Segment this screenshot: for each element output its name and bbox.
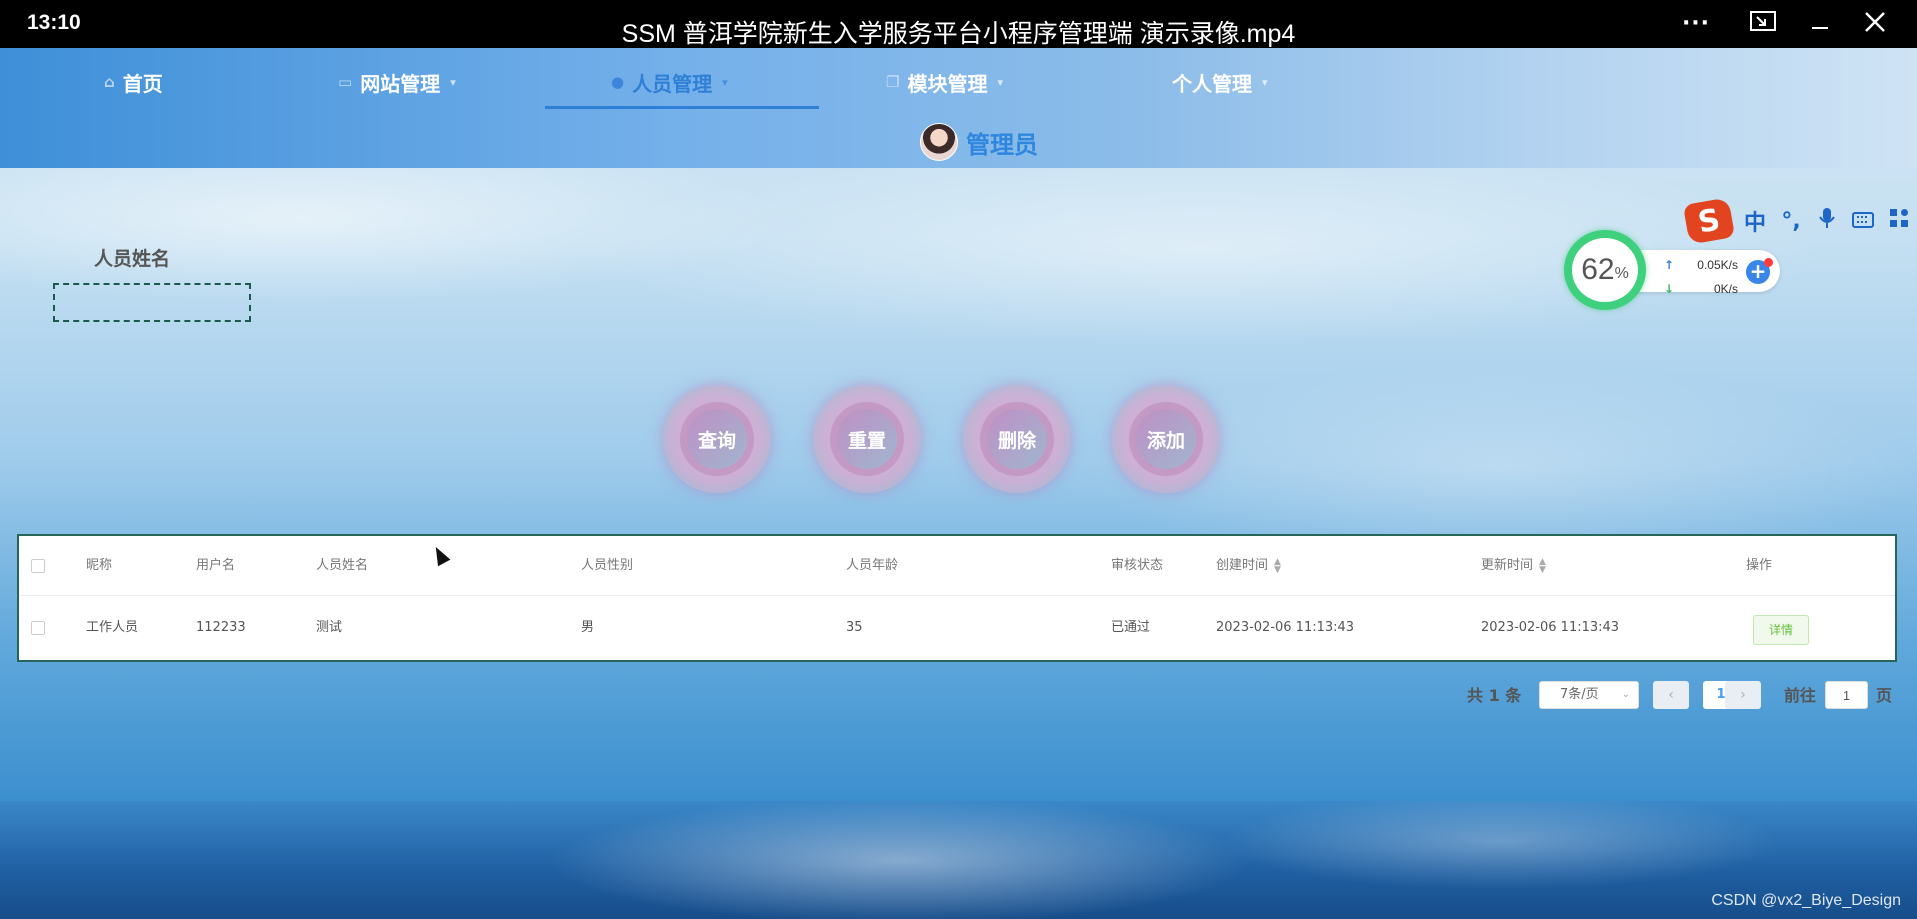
cell-gender: 男 bbox=[581, 620, 595, 635]
goto-suffix: 页 bbox=[1876, 686, 1893, 705]
table-header: 昵称 用户名 人员姓名 人员性别 人员年龄 审核状态 创建时间 ▲ ▼ 更新时间 ▲ ▼… bbox=[19, 536, 1895, 596]
usage-percent-sign: % bbox=[1614, 265, 1629, 282]
nav-item-staff-management[interactable]: ● 人员管理 ▾ bbox=[611, 66, 728, 98]
reset-button[interactable]: 重置 bbox=[813, 385, 921, 493]
download-speed: 0K/s bbox=[1713, 282, 1738, 296]
header-updated-time[interactable]: 更新时间 ▲ ▼ bbox=[1481, 536, 1546, 596]
cell-nickname: 工作人员 bbox=[86, 620, 139, 635]
chevron-down-icon: ▾ bbox=[1262, 75, 1268, 89]
usage-percent: 62 bbox=[1581, 253, 1615, 286]
goto-label: 前往 bbox=[1784, 686, 1817, 705]
cell-username: 112233 bbox=[196, 620, 246, 635]
header-created-label: 创建时间 bbox=[1216, 558, 1269, 573]
row-checkbox[interactable] bbox=[31, 621, 45, 635]
delete-button[interactable]: 删除 bbox=[963, 385, 1071, 493]
detail-button[interactable]: 详情 bbox=[1753, 615, 1809, 645]
memory-usage-circle[interactable]: 62% bbox=[1564, 230, 1646, 310]
more-options-icon[interactable]: ··· bbox=[1676, 8, 1716, 40]
nav-item-label: 网站管理 bbox=[360, 71, 441, 96]
top-navbar: ⌂ 首页 ▭ 网站管理 ▾ ● 人员管理 ▾ ❐ 模块管理 ▾ 个人管理 ▾ 管… bbox=[0, 48, 1917, 168]
keyboard-icon[interactable] bbox=[1850, 209, 1876, 234]
user-name: 管理员 bbox=[966, 130, 1038, 159]
cell-staff-name: 测试 bbox=[316, 620, 343, 635]
sort-icon[interactable]: ▲ ▼ bbox=[1539, 557, 1546, 574]
add-button-label: 添加 bbox=[1136, 409, 1196, 469]
cell-updated-time: 2023-02-06 11:13:43 bbox=[1481, 620, 1620, 635]
header-username: 用户名 bbox=[196, 558, 236, 573]
nav-item-label: 首页 bbox=[122, 71, 163, 96]
query-button-label: 查询 bbox=[687, 409, 747, 469]
current-user[interactable]: 管理员 bbox=[920, 123, 1038, 161]
next-page-button[interactable]: › bbox=[1725, 681, 1761, 709]
cell-created-time: 2023-02-06 11:13:43 bbox=[1216, 620, 1355, 635]
bottom-background: CSDN @vx2_Biye_Design bbox=[0, 801, 1917, 919]
admin-app: ⌂ 首页 ▭ 网站管理 ▾ ● 人员管理 ▾ ❐ 模块管理 ▾ 个人管理 ▾ 管… bbox=[0, 48, 1917, 801]
grid-menu-icon[interactable] bbox=[1886, 208, 1912, 234]
reset-button-label: 重置 bbox=[837, 409, 897, 469]
header-age: 人员年龄 bbox=[846, 558, 899, 573]
header-actions: 操作 bbox=[1746, 558, 1773, 573]
nav-item-site-management[interactable]: ▭ 网站管理 ▾ bbox=[338, 66, 456, 98]
home-icon: ⌂ bbox=[104, 73, 115, 91]
network-speed-widget: 62% ↑ 0.05K/s ↓ 0K/s + bbox=[1564, 230, 1784, 310]
video-title: SSM 普洱学院新生入学服务平台小程序管理端 演示录像.mp4 bbox=[621, 20, 1296, 48]
staff-table: 昵称 用户名 人员姓名 人员性别 人员年龄 审核状态 创建时间 ▲ ▼ 更新时间 ▲ ▼… bbox=[17, 534, 1897, 662]
page-size-select[interactable]: 7条/页 ⌄ bbox=[1539, 681, 1639, 709]
chevron-down-icon: ⌄ bbox=[1621, 689, 1630, 700]
user-icon: ● bbox=[611, 73, 625, 91]
chevron-down-icon: ▾ bbox=[450, 75, 456, 89]
nav-item-module-management[interactable]: ❐ 模块管理 ▾ bbox=[886, 66, 1003, 98]
cell-age: 35 bbox=[846, 620, 863, 635]
copy-icon: ❐ bbox=[886, 73, 900, 91]
header-gender: 人员性别 bbox=[581, 558, 634, 573]
page-size-value: 7条/页 bbox=[1560, 687, 1599, 702]
nav-item-home[interactable]: ⌂ 首页 bbox=[104, 66, 163, 98]
avatar bbox=[920, 123, 958, 161]
header-created-time[interactable]: 创建时间 ▲ ▼ bbox=[1216, 536, 1281, 596]
staff-name-input[interactable] bbox=[53, 283, 251, 322]
header-updated-label: 更新时间 bbox=[1481, 558, 1534, 573]
picture-in-picture-icon[interactable] bbox=[1743, 8, 1783, 40]
header-staff-name: 人员姓名 bbox=[316, 558, 369, 573]
nav-active-indicator bbox=[545, 106, 819, 109]
cell-review-status: 已通过 bbox=[1111, 620, 1151, 635]
sort-icon[interactable]: ▲ ▼ bbox=[1274, 557, 1281, 574]
chevron-down-icon: ▾ bbox=[722, 75, 728, 89]
goto-page-input[interactable] bbox=[1825, 681, 1868, 709]
chevron-down-icon: ▾ bbox=[997, 75, 1003, 89]
close-icon[interactable] bbox=[1855, 8, 1895, 40]
upload-speed: 0.05K/s bbox=[1697, 258, 1738, 272]
header-nickname: 昵称 bbox=[86, 558, 113, 573]
nav-item-label: 个人管理 bbox=[1172, 71, 1252, 96]
monitor-icon: ▭ bbox=[338, 73, 353, 91]
select-all-checkbox[interactable] bbox=[31, 559, 45, 573]
prev-page-button[interactable]: ‹ bbox=[1653, 681, 1689, 709]
pagination-total: 共 1 条 bbox=[1467, 686, 1522, 705]
nav-item-label: 人员管理 bbox=[632, 71, 713, 96]
header-review-status: 审核状态 bbox=[1111, 558, 1164, 573]
table-row: 工作人员 112233 测试 男 35 已通过 2023-02-06 11:13… bbox=[19, 598, 1895, 658]
pagination: 共 1 条 7条/页 ⌄ ‹ 1 › 前往 页 bbox=[0, 677, 1917, 717]
add-button[interactable]: 添加 bbox=[1112, 385, 1220, 493]
microphone-icon[interactable] bbox=[1814, 207, 1840, 235]
nav-item-label: 模块管理 bbox=[907, 71, 988, 96]
nav-item-personal-management[interactable]: 个人管理 ▾ bbox=[1172, 66, 1268, 98]
minimize-icon[interactable] bbox=[1800, 8, 1840, 40]
search-label: 人员姓名 bbox=[94, 248, 171, 270]
delete-button-label: 删除 bbox=[987, 409, 1047, 469]
player-titlebar: 13:10 SSM 普洱学院新生入学服务平台小程序管理端 演示录像.mp4 ··… bbox=[0, 0, 1917, 48]
watermark: CSDN @vx2_Biye_Design bbox=[1711, 892, 1901, 909]
notification-dot bbox=[1764, 258, 1773, 267]
query-button[interactable]: 查询 bbox=[663, 385, 771, 493]
